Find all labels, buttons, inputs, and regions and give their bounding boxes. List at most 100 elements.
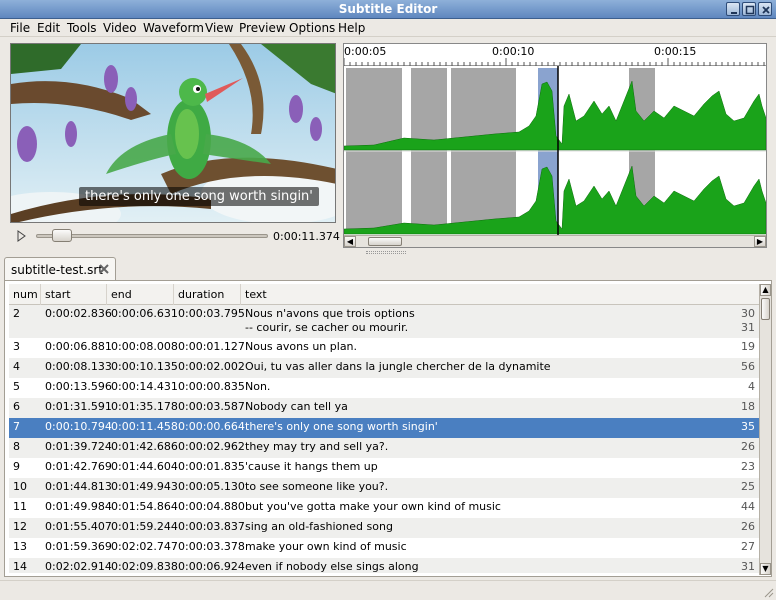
cell-char-count: 31 xyxy=(741,560,755,573)
table-row[interactable]: 8 0:01:39.724 0:01:42.686 0:00:02.962 th… xyxy=(9,438,759,458)
cell-char-count: 26 xyxy=(741,440,755,453)
seek-handle[interactable] xyxy=(52,229,72,242)
cell-num: 12 xyxy=(13,520,27,533)
cell-char-count: 4 xyxy=(748,380,755,393)
close-tab-icon[interactable] xyxy=(98,263,110,275)
cell-start: 0:00:02.836 xyxy=(45,307,112,320)
cell-num: 13 xyxy=(13,540,27,553)
menu-waveform[interactable]: Waveform xyxy=(143,21,204,35)
cell-duration: 0:00:04.880 xyxy=(178,500,245,513)
table-row[interactable]: 12 0:01:55.407 0:01:59.244 0:00:03.837 s… xyxy=(9,518,759,538)
waveform-area[interactable] xyxy=(344,66,766,236)
cell-text: Nobody can tell ya xyxy=(245,400,348,413)
cell-start: 0:02:02.914 xyxy=(45,560,112,573)
cell-duration: 0:00:06.924 xyxy=(178,560,245,573)
cell-end: 0:00:11.458 xyxy=(111,420,178,433)
pane-splitter[interactable] xyxy=(366,251,406,254)
cell-text: Nous avons un plan. xyxy=(245,340,358,353)
ruler-label-10s: 0:00:10 xyxy=(492,45,535,58)
table-scrollbar[interactable]: ▲ ▼ xyxy=(759,284,771,575)
cell-num: 9 xyxy=(13,460,20,473)
resize-grip-icon[interactable] xyxy=(762,586,774,598)
col-duration[interactable]: duration xyxy=(174,284,241,305)
cell-char-count: 27 xyxy=(741,540,755,553)
cell-end: 0:00:10.135 xyxy=(111,360,178,373)
menu-file[interactable]: File xyxy=(10,21,30,35)
col-start[interactable]: start xyxy=(41,284,107,305)
cell-duration: 0:00:03.378 xyxy=(178,540,245,553)
cell-text: they may try and sell ya?. xyxy=(245,440,389,453)
cell-text: there's only one song worth singin' xyxy=(245,420,438,433)
cell-num: 11 xyxy=(13,500,27,513)
current-timecode: 0:00:11.374 xyxy=(273,230,340,243)
cell-duration: 0:00:02.002 xyxy=(178,360,245,373)
cell-text: Non. xyxy=(245,380,271,393)
cell-num: 10 xyxy=(13,480,27,493)
col-text[interactable]: text xyxy=(241,284,759,305)
play-icon[interactable] xyxy=(14,229,28,243)
cell-char-count: 44 xyxy=(741,500,755,513)
cell-num: 2 xyxy=(13,307,20,320)
cell-char-count: 30 xyxy=(741,307,755,320)
waveform-graph xyxy=(344,66,766,236)
scroll-right-button[interactable]: ▶ xyxy=(754,236,766,247)
table-row[interactable]: 5 0:00:13.596 0:00:14.431 0:00:00.835 No… xyxy=(9,378,759,398)
cell-char-count: 19 xyxy=(741,340,755,353)
scroll-down-button[interactable]: ▼ xyxy=(760,563,771,575)
ruler-label-15s: 0:00:15 xyxy=(654,45,697,58)
subtitle-table: 2 0:00:02.836 0:00:06.631 0:00:03.795 No… xyxy=(9,305,759,573)
cell-start: 0:01:42.769 xyxy=(45,460,112,473)
table-scroll-thumb[interactable] xyxy=(761,298,770,320)
cell-start: 0:01:31.591 xyxy=(45,400,112,413)
cell-end: 0:02:09.838 xyxy=(111,560,178,573)
cell-num: 3 xyxy=(13,340,20,353)
cell-start: 0:01:44.813 xyxy=(45,480,112,493)
video-preview[interactable]: there's only one song worth singin' xyxy=(10,43,336,223)
menu-tools[interactable]: Tools xyxy=(67,21,97,35)
cell-end: 0:00:08.008 xyxy=(111,340,178,353)
table-row[interactable]: 10 0:01:44.813 0:01:49.943 0:00:05.130 t… xyxy=(9,478,759,498)
menu-options[interactable]: Options xyxy=(289,21,335,35)
cell-start: 0:01:59.369 xyxy=(45,540,112,553)
col-num[interactable]: num xyxy=(9,284,41,305)
table-row[interactable]: 3 0:00:06.881 0:00:08.008 0:00:01.127 No… xyxy=(9,338,759,358)
cell-duration: 0:00:02.962 xyxy=(178,440,245,453)
cell-text: but you've gotta make your own kind of m… xyxy=(245,500,501,513)
table-row[interactable]: 2 0:00:02.836 0:00:06.631 0:00:03.795 No… xyxy=(9,305,759,338)
cell-char-count-line2: 31 xyxy=(741,321,755,334)
col-end[interactable]: end xyxy=(107,284,174,305)
table-row[interactable]: 14 0:02:02.914 0:02:09.838 0:00:06.924 e… xyxy=(9,558,759,573)
table-row[interactable]: 6 0:01:31.591 0:01:35.178 0:00:03.587 No… xyxy=(9,398,759,418)
menu-view[interactable]: View xyxy=(205,21,233,35)
waveform-scrollbar[interactable]: ◀ ▶ xyxy=(344,235,766,247)
waveform-panel[interactable]: 0:00:05 0:00:10 0:00:15 ◀ ▶ xyxy=(343,43,767,248)
cell-start: 0:00:10.794 xyxy=(45,420,112,433)
menu-video[interactable]: Video xyxy=(103,21,137,35)
close-button[interactable] xyxy=(758,2,772,16)
cell-char-count: 23 xyxy=(741,460,755,473)
cell-duration: 0:00:03.587 xyxy=(178,400,245,413)
maximize-button[interactable] xyxy=(742,2,756,16)
waveform-scroll-thumb[interactable] xyxy=(368,237,402,246)
menu-help[interactable]: Help xyxy=(338,21,365,35)
tab-subtitle-file[interactable]: subtitle-test.srt xyxy=(4,257,116,281)
minimize-button[interactable] xyxy=(726,2,740,16)
table-row[interactable]: 4 0:00:08.133 0:00:10.135 0:00:02.002 Ou… xyxy=(9,358,759,378)
cell-text: Nous n'avons que trois options xyxy=(245,307,415,320)
cell-end: 0:02:02.747 xyxy=(111,540,178,553)
maximize-icon xyxy=(745,5,755,15)
table-row[interactable]: 13 0:01:59.369 0:02:02.747 0:00:03.378 m… xyxy=(9,538,759,558)
scroll-left-button[interactable]: ◀ xyxy=(344,236,356,247)
table-row[interactable]: 9 0:01:42.769 0:01:44.604 0:00:01.835 'c… xyxy=(9,458,759,478)
cell-start: 0:00:13.596 xyxy=(45,380,112,393)
table-row-selected[interactable]: 7 0:00:10.794 0:00:11.458 0:00:00.664 th… xyxy=(9,418,759,438)
cell-duration: 0:00:01.127 xyxy=(178,340,245,353)
menu-edit[interactable]: Edit xyxy=(37,21,60,35)
scroll-up-button[interactable]: ▲ xyxy=(760,284,771,296)
title-bar: Subtitle Editor xyxy=(0,0,776,19)
cell-num: 8 xyxy=(13,440,20,453)
cell-num: 7 xyxy=(13,420,20,433)
menu-preview[interactable]: Preview xyxy=(239,21,286,35)
table-row[interactable]: 11 0:01:49.984 0:01:54.864 0:00:04.880 b… xyxy=(9,498,759,518)
cell-duration: 0:00:00.835 xyxy=(178,380,245,393)
